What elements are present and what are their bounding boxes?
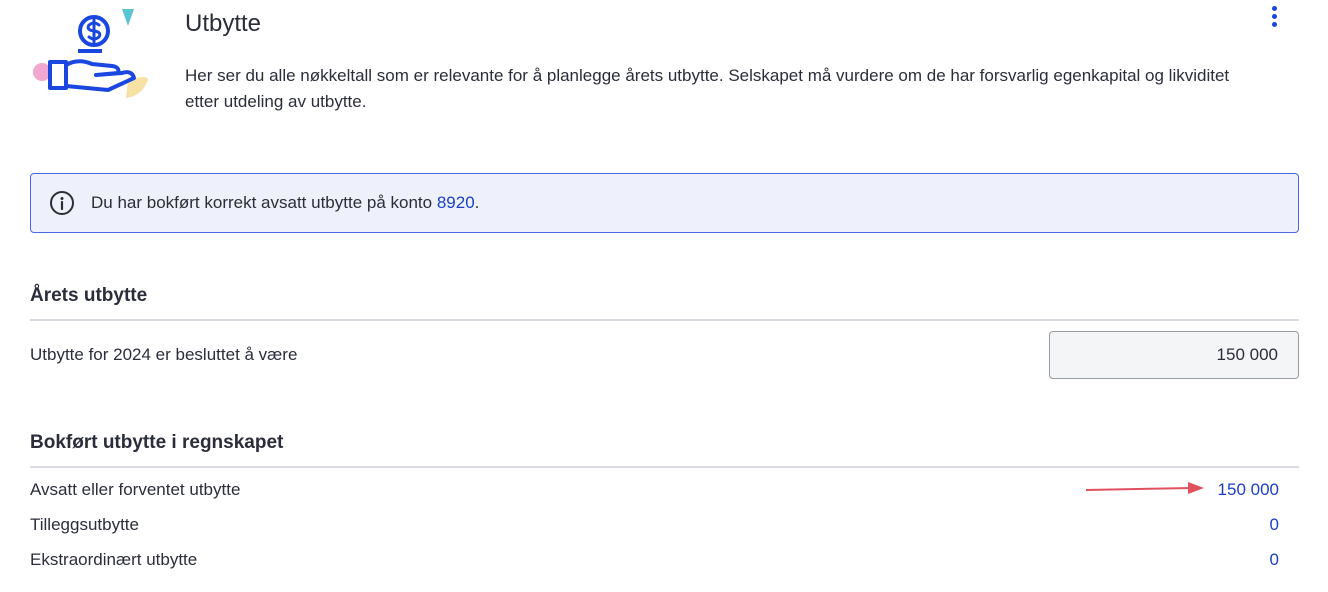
row-label-avsatt: Avsatt eller forventet utbytte	[30, 480, 241, 499]
info-banner: Du har bokført korrekt avsatt utbytte på…	[30, 173, 1299, 233]
intro-text: Her ser du alle nøkkeltall som er releva…	[185, 66, 1230, 111]
menu-dot	[1271, 5, 1277, 11]
dividend-decision-label: Utbytte for 2024 er besluttet å være	[30, 345, 298, 364]
dividend-illustration	[33, 9, 148, 98]
account-link[interactable]: 8920	[437, 193, 475, 212]
section-heading-arets-utbytte: Årets utbytte	[30, 285, 148, 306]
menu-dot	[1271, 13, 1277, 19]
info-message: Du har bokført korrekt avsatt utbytte på…	[91, 193, 479, 213]
section-divider	[30, 319, 1299, 321]
menu-dot	[1271, 21, 1277, 27]
row-label-ekstraordinaert: Ekstraordinært utbytte	[30, 550, 198, 569]
row-label-tillegg: Tilleggsutbytte	[30, 515, 139, 534]
section-divider	[30, 466, 1299, 468]
info-icon	[50, 191, 74, 215]
annotation-arrow-icon	[1085, 482, 1204, 494]
page-title: Utbytte	[185, 10, 262, 37]
section-heading-bokfort-utbytte: Bokført utbytte i regnskapet	[30, 432, 284, 453]
kebab-menu-icon[interactable]	[1262, 4, 1286, 28]
dividend-amount-input[interactable]	[1049, 331, 1299, 379]
value-link-avsatt[interactable]: 150 000	[1218, 480, 1279, 500]
value-link-ekstraordinaert[interactable]: 0	[1270, 550, 1279, 570]
info-suffix: .	[474, 193, 480, 212]
info-text: Du har bokført korrekt avsatt utbytte på…	[91, 193, 437, 212]
value-link-tillegg[interactable]: 0	[1270, 515, 1279, 535]
